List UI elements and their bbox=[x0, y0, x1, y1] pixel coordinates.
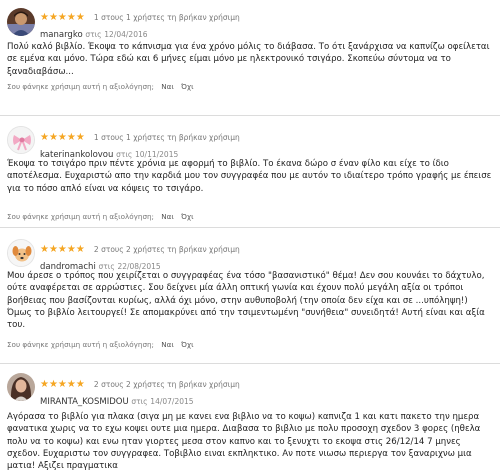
review-card: ★★★★★ 1 στους 1 χρήστες τη βρήκαν χρήσιμ… bbox=[0, 116, 500, 228]
helpfulness-poll: Σου φάνηκε χρήσιμη αυτή η αξιολόγηση; Να… bbox=[7, 82, 194, 91]
review-header: ★★★★★ 2 στους 2 χρήστες τη βρήκαν χρήσιμ… bbox=[40, 239, 240, 272]
star-rating: ★★★★★ bbox=[40, 12, 85, 23]
vote-no-button[interactable]: Όχι bbox=[181, 340, 193, 349]
review-card: ★★★★★ 1 στους 1 χρήστες τη βρήκαν χρήσιμ… bbox=[0, 0, 500, 116]
vote-yes-button[interactable]: Ναι bbox=[161, 340, 174, 349]
helpfulness-poll: Σου φάνηκε χρήσιμη αυτή η αξιολόγηση; Να… bbox=[7, 340, 194, 349]
helpful-count: 1 στους 1 χρήστες τη βρήκαν χρήσιμη bbox=[93, 13, 240, 22]
vote-no-button[interactable]: Όχι bbox=[181, 212, 193, 221]
review-card: ★★★★★ 2 στους 2 χρήστες τη βρήκαν χρήσιμ… bbox=[0, 364, 500, 471]
helpful-count: 1 στους 1 χρήστες τη βρήκαν χρήσιμη bbox=[93, 133, 240, 142]
review-header: ★★★★★ 1 στους 1 χρήστες τη βρήκαν χρήσιμ… bbox=[40, 7, 240, 40]
author-link[interactable]: manargko bbox=[40, 30, 83, 40]
star-rating: ★★★★★ bbox=[40, 379, 85, 390]
review-date: 12/04/2016 bbox=[104, 30, 148, 39]
star-rating: ★★★★★ bbox=[40, 244, 85, 255]
review-card: ★★★★★ 2 στους 2 χρήστες τη βρήκαν χρήσιμ… bbox=[0, 228, 500, 364]
author-link[interactable]: MIRANTA_KOSMIDOU bbox=[40, 397, 129, 407]
vote-no-button[interactable]: Όχι bbox=[181, 82, 193, 91]
helpfulness-poll: Σου φάνηκε χρήσιμη αυτή η αξιολόγηση; Να… bbox=[7, 212, 194, 221]
helpfulness-question: Σου φάνηκε χρήσιμη αυτή η αξιολόγηση; bbox=[7, 82, 154, 91]
review-header: ★★★★★ 2 στους 2 χρήστες τη βρήκαν χρήσιμ… bbox=[40, 374, 240, 407]
helpful-count: 2 στους 2 χρήστες τη βρήκαν χρήσιμη bbox=[93, 380, 240, 389]
user-photo-avatar-icon[interactable] bbox=[7, 8, 35, 36]
review-text: Έκοψα το τσιγάρο πριν πέντε χρόνια με αφ… bbox=[7, 159, 492, 194]
review-text: Αγόρασα το βιβλίο για πλακα (σιγα μη με … bbox=[7, 412, 481, 472]
review-header: ★★★★★ 1 στους 1 χρήστες τη βρήκαν χρήσιμ… bbox=[40, 127, 240, 160]
review-date: 14/07/2015 bbox=[150, 397, 194, 406]
date-prefix: στις bbox=[131, 397, 148, 406]
date-prefix: στις bbox=[85, 30, 102, 39]
review-text: Πολύ καλό βιβλίο. Έκοψα το κάπνισμα για … bbox=[7, 42, 490, 77]
helpfulness-question: Σου φάνηκε χρήσιμη αυτή η αξιολόγηση; bbox=[7, 212, 154, 221]
review-text: Μου άρεσε ο τρόπος που χειρίζεται ο συγγ… bbox=[7, 271, 485, 331]
vote-yes-button[interactable]: Ναι bbox=[161, 82, 174, 91]
helpful-count: 2 στους 2 χρήστες τη βρήκαν χρήσιμη bbox=[93, 245, 240, 254]
star-rating: ★★★★★ bbox=[40, 132, 85, 143]
bow-avatar-icon[interactable] bbox=[7, 126, 35, 154]
vote-yes-button[interactable]: Ναι bbox=[161, 212, 174, 221]
dog-avatar-icon[interactable] bbox=[7, 239, 35, 267]
woman-photo-avatar-icon[interactable] bbox=[7, 373, 35, 401]
helpfulness-question: Σου φάνηκε χρήσιμη αυτή η αξιολόγηση; bbox=[7, 340, 154, 349]
